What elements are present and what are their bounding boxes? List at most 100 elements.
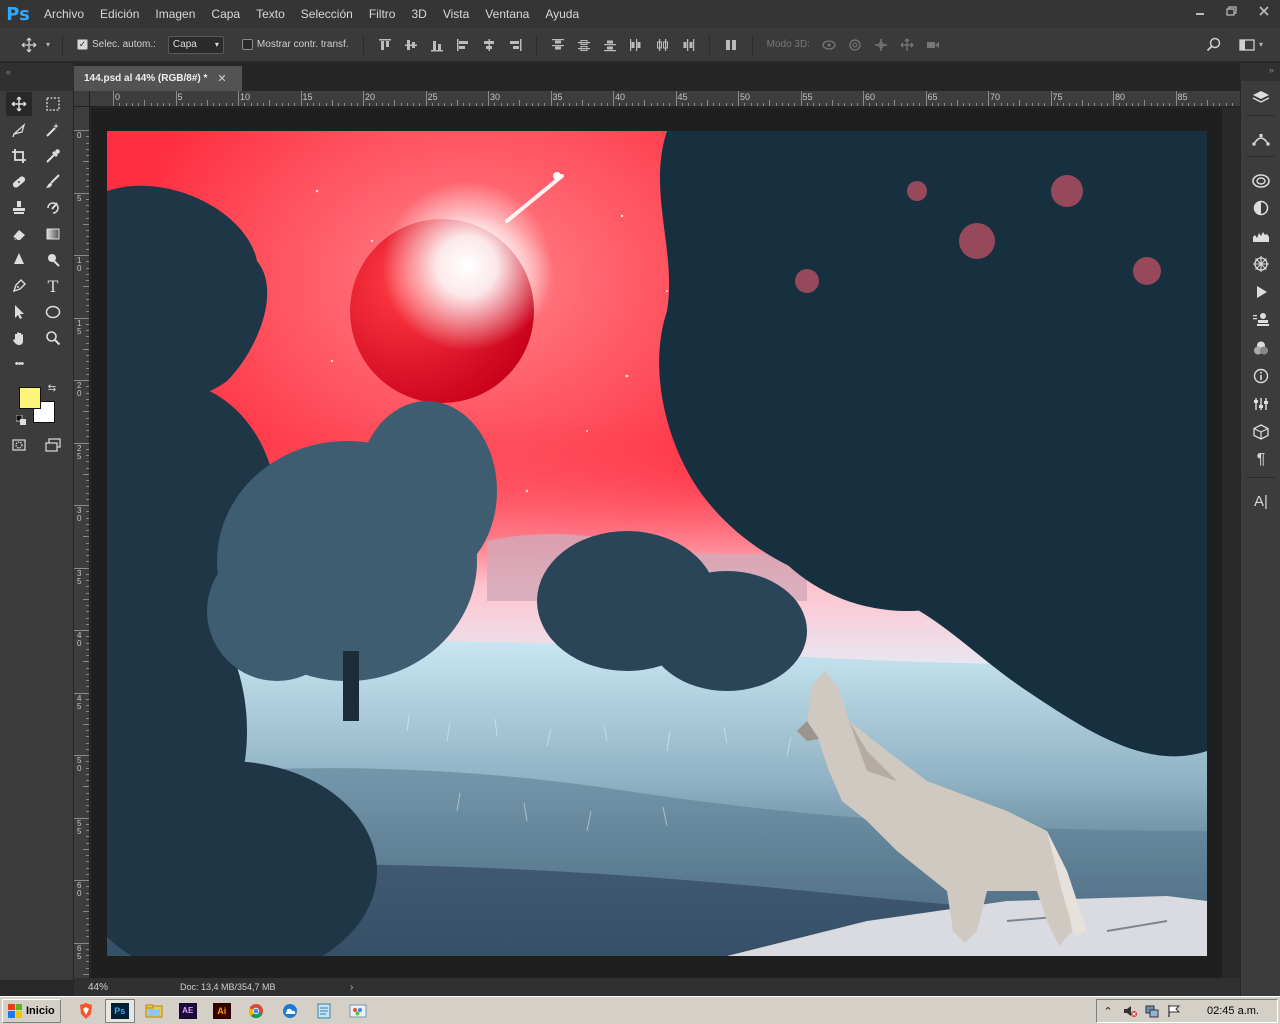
after-effects-icon[interactable]: AE	[173, 999, 203, 1023]
canvas-workspace[interactable]	[91, 108, 1222, 978]
navigator-icon[interactable]	[1248, 252, 1274, 276]
move-tool-preset-icon[interactable]	[16, 28, 42, 62]
menu-archivo[interactable]: Archivo	[36, 0, 92, 28]
magic-wand-icon[interactable]	[40, 118, 66, 142]
3d-roll-icon[interactable]	[842, 28, 868, 62]
lasso-icon[interactable]	[6, 118, 32, 142]
brave-icon[interactable]	[71, 999, 101, 1023]
ruler-origin[interactable]	[74, 91, 90, 107]
blur-icon[interactable]	[6, 248, 32, 272]
system-clock[interactable]: 02:45 a.m.	[1207, 1005, 1259, 1017]
eraser-icon[interactable]	[6, 222, 32, 246]
paragraph-icon[interactable]: ¶	[1248, 448, 1274, 472]
swap-colors-icon[interactable]: ⇆	[45, 381, 59, 395]
chevron-down-icon[interactable]: ▾	[1254, 28, 1268, 62]
paths-icon[interactable]	[1248, 127, 1274, 151]
character-icon[interactable]: A|	[1248, 489, 1274, 513]
layers-icon[interactable]	[1248, 86, 1274, 110]
collapse-panel-icon[interactable]: »	[1269, 65, 1274, 75]
align-bottom-icon[interactable]	[424, 28, 450, 62]
restore-icon[interactable]	[1216, 0, 1248, 22]
properties-icon[interactable]	[1248, 392, 1274, 416]
3d-slide-icon[interactable]	[894, 28, 920, 62]
notepad-icon[interactable]	[309, 999, 339, 1023]
path-select-icon[interactable]	[6, 300, 32, 324]
paint-icon[interactable]	[343, 999, 373, 1023]
3d-scale-icon[interactable]	[920, 28, 946, 62]
menu-vista[interactable]: Vista	[435, 0, 477, 28]
eyedropper-icon[interactable]	[40, 144, 66, 168]
foreground-color-swatch[interactable]	[19, 387, 41, 409]
network-icon[interactable]	[1141, 1000, 1163, 1022]
distribute-bottom-icon[interactable]	[597, 28, 623, 62]
document-canvas[interactable]	[107, 131, 1207, 956]
menu-edicion[interactable]: Edición	[92, 0, 147, 28]
distribute-vcenter-icon[interactable]	[571, 28, 597, 62]
align-right-icon[interactable]	[502, 28, 528, 62]
document-tab[interactable]: 144.psd al 44% (RGB/8#) * ✕	[74, 66, 242, 91]
screen-mode-icon[interactable]	[40, 433, 66, 457]
type-icon[interactable]: T	[40, 274, 66, 298]
hand-icon[interactable]	[6, 326, 32, 350]
distribute-hcenter-icon[interactable]	[649, 28, 675, 62]
actions-icon[interactable]	[1248, 280, 1274, 304]
healing-icon[interactable]	[6, 170, 32, 194]
close-tab-icon[interactable]: ✕	[217, 72, 226, 85]
dodge-icon[interactable]	[40, 248, 66, 272]
auto-select-target-dropdown[interactable]: Capa ▾	[167, 35, 224, 54]
align-vcenter-icon[interactable]	[398, 28, 424, 62]
zoom-icon[interactable]	[40, 326, 66, 350]
start-button[interactable]: Inicio	[2, 998, 61, 1023]
vertical-ruler[interactable]: 0 5 10 15 20 25 30 35 40 45 50 55 60 65	[74, 107, 90, 980]
collapse-panel-icon[interactable]: «	[6, 67, 11, 77]
default-colors-icon[interactable]	[14, 413, 28, 427]
color-icon[interactable]	[1248, 336, 1274, 360]
gradient-icon[interactable]	[40, 222, 66, 246]
distribute-top-icon[interactable]	[545, 28, 571, 62]
menu-capa[interactable]: Capa	[203, 0, 248, 28]
crop-icon[interactable]	[6, 144, 32, 168]
zoom-level[interactable]: 44%	[88, 982, 112, 993]
illustrator-icon[interactable]: Ai	[207, 999, 237, 1023]
show-transform-checkbox[interactable]	[241, 39, 253, 50]
volume-muted-icon[interactable]	[1119, 1000, 1141, 1022]
action-center-flag-icon[interactable]	[1163, 1000, 1185, 1022]
photoshop-icon[interactable]: Ps	[104, 998, 135, 1023]
close-icon[interactable]	[1248, 0, 1280, 22]
move-icon[interactable]	[6, 92, 32, 116]
libraries-icon[interactable]	[1248, 169, 1274, 193]
auto-align-icon[interactable]	[718, 28, 744, 62]
more-tools-icon[interactable]: •••	[6, 352, 32, 376]
menu-seleccion[interactable]: Selección	[293, 0, 361, 28]
horizontal-ruler[interactable]: 0 5 10 15 20 25 30 35 40 45 50 55 60 65 70 75 80 85	[90, 91, 1240, 107]
chevron-down-icon[interactable]: ▾	[42, 28, 54, 62]
quick-mask-icon[interactable]	[6, 433, 32, 457]
align-left-icon[interactable]	[450, 28, 476, 62]
menu-ayuda[interactable]: Ayuda	[537, 0, 587, 28]
distribute-left-icon[interactable]	[623, 28, 649, 62]
distribute-right-icon[interactable]	[675, 28, 701, 62]
chevron-right-icon[interactable]: ›	[350, 982, 353, 993]
3d-icon[interactable]	[1248, 420, 1274, 444]
chrome-icon[interactable]	[241, 999, 271, 1023]
menu-texto[interactable]: Texto	[248, 0, 293, 28]
3d-orbit-icon[interactable]	[816, 28, 842, 62]
show-hidden-icons-icon[interactable]: ⌃	[1097, 1000, 1119, 1022]
menu-ventana[interactable]: Ventana	[477, 0, 537, 28]
auto-select-checkbox[interactable]: ✓	[77, 39, 88, 50]
clone-stamp-icon[interactable]	[6, 196, 32, 220]
history-brush-icon[interactable]	[40, 196, 66, 220]
search-icon[interactable]	[1200, 28, 1226, 62]
align-hcenter-icon[interactable]	[476, 28, 502, 62]
marquee-icon[interactable]	[40, 92, 66, 116]
3d-pan-icon[interactable]	[868, 28, 894, 62]
adjustments-icon[interactable]	[1248, 196, 1274, 220]
info-icon[interactable]	[1248, 364, 1274, 388]
histogram-icon[interactable]	[1248, 224, 1274, 248]
ellipse-icon[interactable]	[40, 300, 66, 324]
pen-icon[interactable]	[6, 274, 32, 298]
brush-icon[interactable]	[40, 170, 66, 194]
menu-filtro[interactable]: Filtro	[361, 0, 404, 28]
menu-imagen[interactable]: Imagen	[147, 0, 203, 28]
explorer-icon[interactable]	[139, 999, 169, 1023]
